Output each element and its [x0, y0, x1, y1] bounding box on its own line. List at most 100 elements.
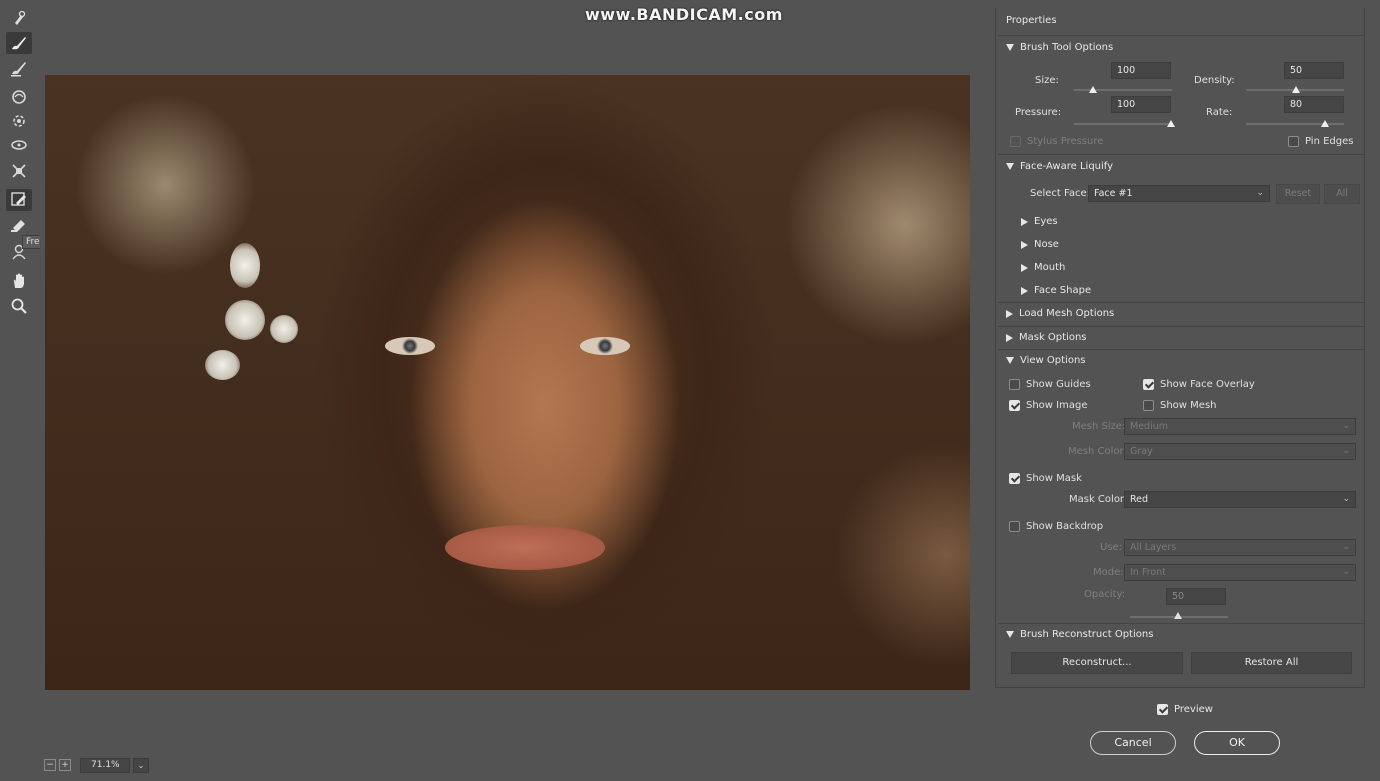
lips-region [445, 525, 605, 570]
preview-checkbox[interactable] [1157, 704, 1168, 715]
forward-warp-tool-icon[interactable] [6, 32, 32, 54]
panel-title: Properties [1006, 15, 1057, 26]
section-brush-tool-options[interactable]: Brush Tool Options [1006, 42, 1113, 53]
mask-color-dropdown[interactable]: Red ⌄ [1124, 491, 1356, 508]
chevron-down-icon: ⌄ [1342, 421, 1350, 431]
rate-slider-track[interactable] [1246, 123, 1344, 125]
preview-label: Preview [1174, 704, 1213, 715]
rate-slider-thumb[interactable] [1321, 120, 1329, 127]
image-preview[interactable] [45, 75, 970, 690]
chevron-down-icon: ⌄ [1256, 188, 1264, 198]
density-label: Density: [1194, 75, 1235, 86]
section-load-mesh-options[interactable]: Load Mesh Options [1006, 308, 1114, 319]
section-face-aware-liquify[interactable]: Face-Aware Liquify [1006, 161, 1113, 172]
size-slider-thumb[interactable] [1089, 86, 1097, 93]
collapse-triangle-icon [1006, 631, 1014, 638]
smooth-tool-icon[interactable] [6, 86, 32, 108]
pressure-field[interactable]: 100 [1111, 96, 1171, 113]
density-slider-thumb[interactable] [1292, 86, 1300, 93]
opacity-slider-thumb[interactable] [1174, 612, 1182, 619]
collapse-triangle-icon [1006, 44, 1014, 51]
subsection-mouth[interactable]: Mouth [1021, 262, 1065, 273]
expand-triangle-icon [1021, 240, 1028, 249]
expand-triangle-icon [1021, 263, 1028, 272]
density-field[interactable]: 50 [1284, 62, 1344, 79]
subsection-label: Face Shape [1034, 285, 1092, 296]
reconstruct-tool-icon[interactable] [6, 57, 32, 79]
pressure-slider-track[interactable] [1074, 123, 1172, 125]
show-image-checkbox[interactable] [1009, 400, 1020, 411]
collapse-triangle-icon [1006, 357, 1014, 364]
face-tool-icon[interactable] [6, 7, 32, 29]
subsection-label: Eyes [1034, 216, 1058, 227]
show-backdrop-checkbox[interactable] [1009, 521, 1020, 532]
select-face-dropdown[interactable]: Face #1 ⌄ [1088, 185, 1270, 202]
mesh-size-dropdown[interactable]: Medium ⌄ [1124, 418, 1356, 435]
select-face-value: Face #1 [1094, 188, 1133, 199]
show-guides-checkbox[interactable] [1009, 379, 1020, 390]
subsection-nose[interactable]: Nose [1021, 239, 1059, 250]
zoom-level-field[interactable]: 71.1% [80, 757, 130, 773]
restore-all-button[interactable]: Restore All [1191, 652, 1352, 674]
section-label: Brush Reconstruct Options [1020, 629, 1154, 640]
chevron-down-icon: ⌄ [1342, 446, 1350, 456]
pin-edges-checkbox[interactable] [1288, 136, 1299, 147]
properties-panel: Properties Brush Tool Options Size: 100 … [995, 8, 1365, 688]
show-face-overlay-checkbox[interactable] [1143, 379, 1154, 390]
section-label: Load Mesh Options [1019, 308, 1115, 319]
show-face-overlay-label: Show Face Overlay [1160, 379, 1255, 390]
stylus-pressure-checkbox[interactable] [1010, 136, 1021, 147]
bloat-tool-icon[interactable] [6, 160, 32, 182]
show-image-label: Show Image [1026, 400, 1088, 411]
subsection-eyes[interactable]: Eyes [1021, 216, 1058, 227]
mesh-color-label: Mesh Color: [1068, 446, 1127, 457]
all-faces-button[interactable]: All [1324, 184, 1360, 204]
opacity-field[interactable]: 50 [1166, 588, 1226, 605]
expand-triangle-icon [1021, 217, 1028, 226]
select-face-label: Select Face: [1030, 188, 1091, 199]
reset-faces-button[interactable]: Reset [1276, 184, 1320, 204]
size-field[interactable]: 100 [1111, 62, 1171, 79]
flower-shape [205, 350, 240, 380]
backdrop-use-dropdown[interactable]: All Layers ⌄ [1124, 539, 1356, 556]
show-mask-label: Show Mask [1026, 473, 1082, 484]
push-left-tool-icon[interactable] [6, 189, 32, 211]
pucker-tool-icon[interactable] [6, 134, 32, 156]
mode-label: Mode: [1093, 567, 1124, 578]
hand-tool-icon[interactable] [6, 270, 32, 292]
cancel-button[interactable]: Cancel [1090, 731, 1176, 755]
preview-toggle[interactable]: Preview [1157, 704, 1213, 715]
section-view-options[interactable]: View Options [1006, 355, 1086, 366]
show-mesh-checkbox[interactable] [1143, 400, 1154, 411]
chevron-down-icon: ⌄ [1342, 567, 1350, 577]
rate-field[interactable]: 80 [1284, 96, 1344, 113]
zoom-out-button[interactable]: − [44, 759, 56, 771]
subsection-label: Nose [1034, 239, 1059, 250]
flower-shape [225, 300, 265, 340]
backdrop-mode-dropdown[interactable]: In Front ⌄ [1124, 564, 1356, 581]
subsection-label: Mouth [1034, 262, 1066, 273]
tool-strip: Freeze Mask Tool (F) [0, 0, 121, 781]
section-label: View Options [1020, 355, 1086, 366]
rate-label: Rate: [1206, 107, 1233, 118]
twirl-clockwise-tool-icon[interactable] [6, 110, 32, 132]
section-mask-options[interactable]: Mask Options [1006, 332, 1087, 343]
pressure-slider-thumb[interactable] [1167, 120, 1175, 127]
zoom-in-button[interactable]: + [59, 759, 71, 771]
section-brush-reconstruct-options[interactable]: Brush Reconstruct Options [1006, 629, 1153, 640]
freeze-mask-tool-icon[interactable] [6, 214, 32, 236]
pin-edges-label: Pin Edges [1305, 136, 1354, 147]
mesh-size-value: Medium [1130, 421, 1168, 432]
zoom-dropdown-chevron-icon[interactable]: ⌄ [133, 757, 149, 773]
zoom-tool-icon[interactable] [6, 295, 32, 317]
ok-button[interactable]: OK [1194, 731, 1280, 755]
reconstruct-button[interactable]: Reconstruct... [1011, 652, 1183, 674]
use-label: Use: [1100, 542, 1123, 553]
right-eye-region [580, 337, 630, 355]
section-label: Mask Options [1019, 332, 1087, 343]
show-mask-checkbox[interactable] [1009, 473, 1020, 484]
status-bar: − + 71.1% ⌄ [44, 756, 149, 774]
mesh-color-dropdown[interactable]: Gray ⌄ [1124, 443, 1356, 460]
show-guides-label: Show Guides [1026, 379, 1091, 390]
subsection-face-shape[interactable]: Face Shape [1021, 285, 1091, 296]
